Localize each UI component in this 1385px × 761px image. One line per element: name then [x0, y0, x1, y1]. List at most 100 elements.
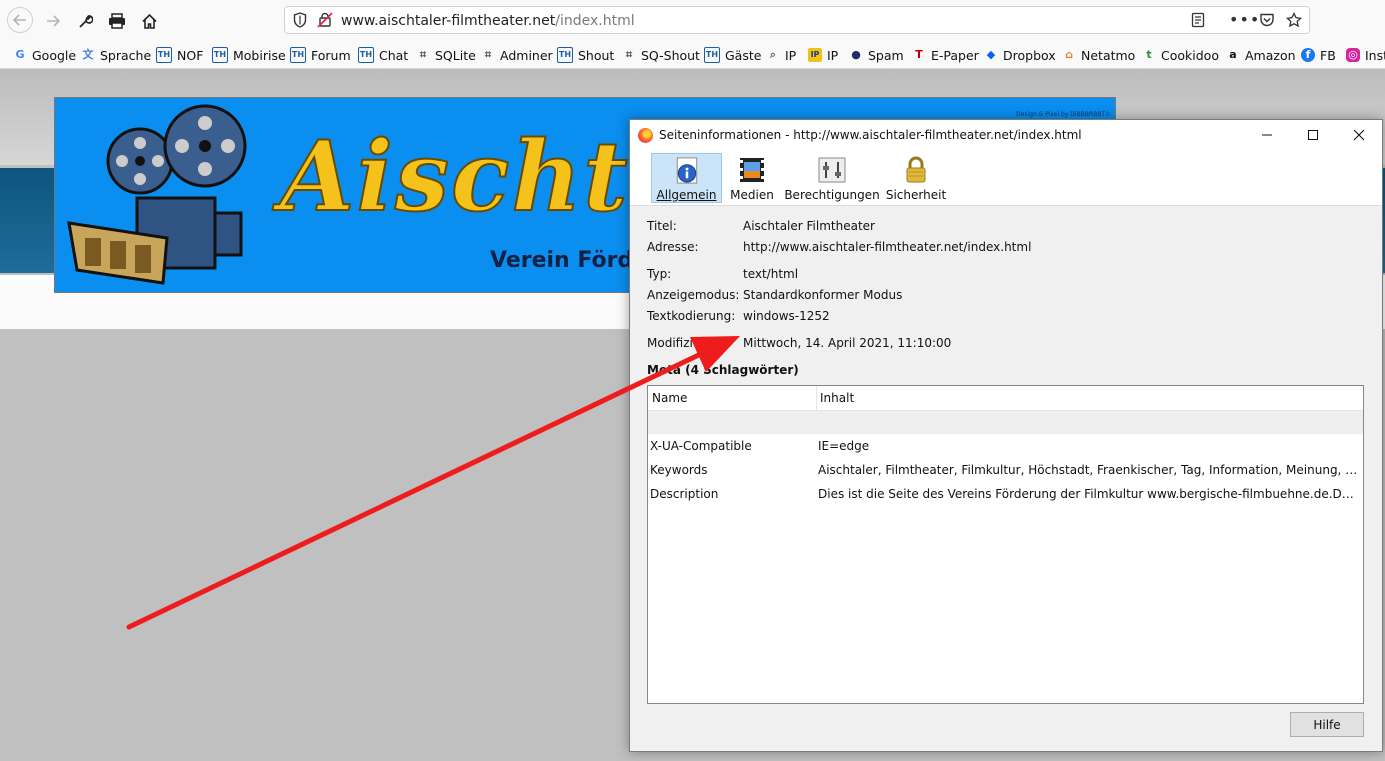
translate-icon: 文	[82, 48, 94, 61]
bookmark-inst[interactable]: ◎ Inst	[1346, 46, 1385, 64]
address-label: Adresse:	[647, 240, 699, 254]
column-divider[interactable]	[816, 386, 817, 410]
column-header-name[interactable]: Name	[652, 391, 687, 405]
title-label: Titel:	[647, 219, 677, 233]
column-header-content[interactable]: Inhalt	[820, 391, 854, 405]
table-row-empty[interactable]	[648, 411, 1363, 434]
db-icon: ⌗	[419, 48, 427, 61]
th-icon: TH	[212, 47, 228, 63]
firefox-logo-icon	[638, 128, 653, 143]
page-info-dialog: Seiteninformationen - http://www.aischta…	[629, 119, 1383, 752]
reader-view-icon[interactable]	[1191, 12, 1205, 32]
shield-icon[interactable]	[293, 12, 307, 32]
type-value: text/html	[743, 267, 799, 281]
th-icon: TH	[557, 47, 573, 63]
bookmark-label: SQLite	[435, 47, 476, 63]
bookmark-shout[interactable]: TH Shout	[557, 46, 614, 64]
url-bar[interactable]: www.aischtaler-filmtheater.net/index.htm…	[284, 6, 1310, 34]
pocket-icon[interactable]	[1259, 12, 1275, 32]
type-label: Typ:	[647, 267, 672, 281]
tab-allgemein-label: Allgemein	[656, 188, 717, 202]
media-icon	[740, 158, 764, 182]
bookmark-star-icon[interactable]	[1285, 11, 1303, 32]
table-row[interactable]: Description Dies ist die Seite des Verei…	[648, 483, 1363, 507]
maximize-button[interactable]	[1290, 120, 1336, 150]
bookmark-fb[interactable]: f FB	[1301, 46, 1336, 64]
bookmark-adminer[interactable]: ⌗ Adminer	[481, 46, 553, 64]
modified-value: Mittwoch, 14. April 2021, 11:10:00	[743, 336, 952, 350]
tab-medien[interactable]: Medien	[728, 153, 776, 203]
minimize-button[interactable]	[1244, 120, 1290, 150]
table-row[interactable]: X-UA-Compatible IE=edge	[648, 435, 1363, 459]
meta-name-cell: X-UA-Compatible	[650, 439, 752, 453]
bookmark-label: Gäste	[725, 47, 762, 63]
meta-table[interactable]: Name Inhalt X-UA-Compatible IE=edge Keyw…	[647, 385, 1364, 704]
bookmark-forum[interactable]: TH Forum	[290, 46, 351, 64]
dialog-titlebar[interactable]: Seiteninformationen - http://www.aischta…	[630, 120, 1382, 150]
bookmark-sprache[interactable]: 文 Sprache	[81, 46, 152, 64]
bookmark-label: FB	[1320, 47, 1336, 63]
bookmark-ip[interactable]: ⌕ IP	[766, 46, 796, 64]
url-text[interactable]: www.aischtaler-filmtheater.net/index.htm…	[341, 13, 635, 29]
bookmark-nof[interactable]: TH NOF	[156, 46, 203, 64]
bookmarks-toolbar: G Google 文 Sprache TH NOF TH Mobirise TH Forum TH C…	[0, 42, 1385, 69]
page-actions-icon[interactable]: •••	[1229, 10, 1260, 29]
bookmark-sq-shout[interactable]: ⌗ SQ-Shout	[622, 46, 700, 64]
bookmark-netatmo[interactable]: ⌂ Netatmo	[1062, 46, 1135, 64]
url-path: /index.html	[555, 13, 635, 29]
bookmark-label: Dropbox	[1003, 47, 1056, 63]
bookmark-google[interactable]: G Google	[13, 46, 76, 64]
close-button[interactable]	[1336, 120, 1382, 150]
forward-button[interactable]	[40, 8, 66, 34]
tools-button[interactable]	[72, 8, 98, 34]
forward-arrow-icon	[47, 15, 61, 27]
instagram-icon: ◎	[1346, 48, 1360, 62]
bookmark-label: E-Paper	[931, 47, 979, 63]
back-arrow-icon	[12, 14, 26, 26]
tab-allgemein[interactable]: Allgemein	[651, 153, 722, 203]
permissions-icon	[818, 157, 846, 183]
back-button[interactable]	[7, 7, 33, 33]
bookmark-label: IP	[785, 47, 797, 63]
bookmark-spam[interactable]: ● Spam	[849, 46, 904, 64]
th-icon: TH	[704, 47, 720, 63]
bookmark-label: Sprache	[100, 47, 152, 63]
bookmark-label: Google	[32, 47, 77, 63]
bookmark-sqlite[interactable]: ⌗ SQLite	[416, 46, 476, 64]
bookmark-chat[interactable]: TH Chat	[358, 46, 408, 64]
print-button[interactable]	[104, 8, 130, 34]
magnifier-icon: ⌕	[769, 48, 777, 61]
info-icon	[676, 157, 697, 184]
meta-value-cell: Aischtaler, Filmtheater, Filmkultur, Höc…	[818, 463, 1360, 477]
th-icon: TH	[358, 47, 374, 63]
bookmark-ip[interactable]: IP IP	[808, 46, 838, 64]
th-icon: TH	[290, 47, 306, 63]
facebook-icon: f	[1301, 48, 1315, 62]
tab-sicherheit[interactable]: Sicherheit	[886, 153, 946, 203]
home-button[interactable]	[136, 8, 162, 34]
title-value: Aischtaler Filmtheater	[743, 219, 875, 233]
db-icon: ⌗	[484, 48, 492, 61]
bookmark-amazon[interactable]: a Amazon	[1226, 46, 1295, 64]
bookmark-label: Spam	[868, 47, 904, 63]
encoding-value: windows-1252	[743, 309, 830, 323]
bookmark-dropbox[interactable]: ◆ Dropbox	[984, 46, 1056, 64]
bookmark-mobirise[interactable]: TH Mobirise	[212, 46, 286, 64]
meta-name-cell: Description	[650, 487, 719, 501]
insecure-connection-icon[interactable]	[317, 12, 333, 32]
netatmo-icon: ⌂	[1065, 48, 1073, 61]
table-row[interactable]: Keywords Aischtaler, Filmtheater, Filmku…	[648, 459, 1363, 483]
bookmark-label: Mobirise	[233, 47, 286, 63]
meta-name-cell: Keywords	[650, 463, 708, 477]
bookmark-label: Netatmo	[1081, 47, 1136, 63]
bookmark-gäste[interactable]: TH Gäste	[704, 46, 761, 64]
close-icon	[1353, 129, 1365, 141]
bookmark-label: Chat	[379, 47, 409, 63]
bookmark-e-paper[interactable]: T E-Paper	[912, 46, 979, 64]
render-mode-value: Standardkonformer Modus	[743, 288, 903, 302]
help-button[interactable]: Hilfe	[1290, 712, 1364, 737]
bookmark-label: Cookidoo	[1161, 47, 1219, 63]
tab-berechtigungen[interactable]: Berechtigungen	[784, 153, 880, 203]
address-value: http://www.aischtaler-filmtheater.net/in…	[743, 240, 1032, 254]
bookmark-cookidoo[interactable]: t Cookidoo	[1142, 46, 1219, 64]
